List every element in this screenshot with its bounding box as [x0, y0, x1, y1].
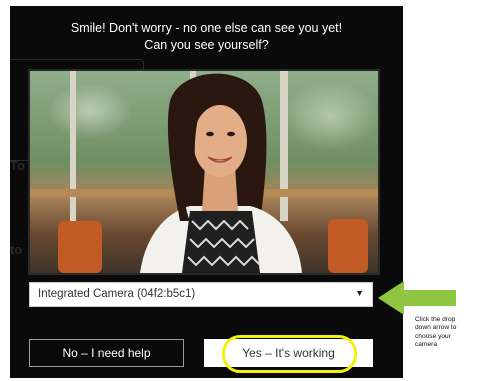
camera-check-dialog: To to Smile! Don't worry - no one else c…: [10, 6, 403, 378]
annotation-note-line: camera: [415, 341, 437, 349]
highlight-oval-annotation: [222, 335, 357, 373]
dialog-title: Smile! Don't worry - no one else can see…: [10, 20, 403, 54]
annotation-note-line: choose your: [415, 332, 451, 340]
annotation-note-line: down arrow to: [415, 324, 457, 332]
background-text: To: [10, 158, 25, 173]
camera-preview: [28, 69, 380, 275]
need-help-button[interactable]: No – I need help: [29, 339, 184, 367]
webcam-person-image: [140, 73, 302, 273]
green-arrow-icon: [378, 281, 456, 315]
background-text: to: [10, 242, 23, 257]
dropdown-caret-icon[interactable]: ▼: [355, 288, 364, 298]
dialog-title-line2: Can you see yourself?: [144, 38, 269, 52]
annotation-note: Click the drop down arrow to choose your…: [415, 316, 484, 350]
dialog-title-line1: Smile! Don't worry - no one else can see…: [70, 21, 343, 35]
annotation-note-line: Click the drop: [415, 316, 456, 323]
background-line: [10, 268, 13, 279]
camera-select-dropdown[interactable]: Integrated Camera (04f2:b5c1) ▼: [29, 282, 373, 307]
camera-select-value: Integrated Camera (04f2:b5c1): [38, 288, 196, 300]
